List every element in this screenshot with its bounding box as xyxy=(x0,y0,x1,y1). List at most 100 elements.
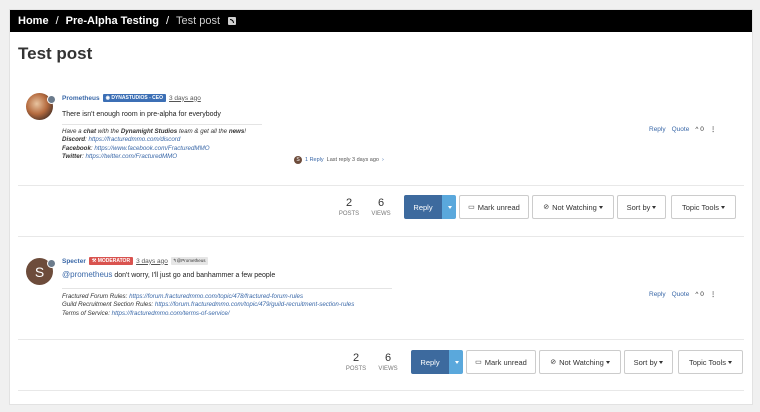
button-label: Mark unread xyxy=(477,202,520,212)
post-body-text: don't worry, I'll just go and banhammer … xyxy=(114,272,276,279)
reply-button[interactable]: Reply xyxy=(411,350,449,374)
upvote-icon[interactable]: ^ xyxy=(695,291,698,298)
last-reply: Last reply 3 days ago xyxy=(326,157,379,163)
breadcrumb: Home / Pre-Alpha Testing / Test post xyxy=(10,10,752,32)
views-label: VIEWS xyxy=(371,211,391,217)
post-timestamp[interactable]: 3 days ago xyxy=(169,95,201,102)
signature-text: chat xyxy=(83,128,97,135)
caret-down-icon xyxy=(659,360,664,364)
badge-label: DYNASTUDIOS - CEO xyxy=(111,95,164,101)
upvote-icon[interactable]: ^ xyxy=(695,126,698,133)
views-stat: 6 VIEWS xyxy=(373,352,403,372)
signature: Fractured Forum Rules: https://forum.fra… xyxy=(62,293,354,318)
posts-count: 2 xyxy=(345,197,353,209)
inbox-icon: ▭ xyxy=(468,204,475,211)
breadcrumb-category[interactable]: Pre-Alpha Testing xyxy=(66,15,159,27)
posts-label: POSTS xyxy=(338,211,360,217)
caret-down-icon xyxy=(455,360,459,364)
topic-tools-button[interactable]: Topic Tools xyxy=(671,195,736,219)
signature-line: Have a chat with the Dynamight Studios t… xyxy=(62,128,246,136)
user-mention[interactable]: @prometheus xyxy=(62,270,112,279)
discord-link[interactable]: https://fracturedmmo.com/discord xyxy=(89,136,181,143)
signature-divider xyxy=(62,288,392,289)
caret-down-icon xyxy=(605,360,610,364)
divider xyxy=(18,339,744,340)
username[interactable]: Specter xyxy=(62,258,86,265)
caret-down-icon xyxy=(727,360,732,364)
reply-link[interactable]: Reply xyxy=(649,291,666,298)
page-title: Test post xyxy=(18,44,93,63)
quote-link[interactable]: Quote xyxy=(672,126,690,133)
rss-icon[interactable] xyxy=(228,17,237,25)
quote-link[interactable]: Quote xyxy=(672,291,690,298)
caret-down-icon xyxy=(652,205,657,209)
facebook-link[interactable]: https://www.facebook.com/FracturedMMO xyxy=(94,145,209,152)
breadcrumb-separator: / xyxy=(165,15,169,27)
group-badge[interactable]: ⚒ MODERATOR xyxy=(88,257,134,265)
reply-dropdown-button[interactable] xyxy=(449,350,463,374)
reply-link[interactable]: Reply xyxy=(649,126,666,133)
reply-button[interactable]: Reply xyxy=(404,195,442,219)
replies-summary[interactable]: S 1 Reply Last reply 3 days ago › xyxy=(294,156,384,164)
mark-unread-button[interactable]: ▭ Mark unread xyxy=(459,195,529,219)
reply-to-user: @Prometheus xyxy=(176,258,206,263)
username[interactable]: Prometheus xyxy=(62,95,100,102)
guild-rules-link[interactable]: https://forum.fracturedmmo.com/topic/479… xyxy=(155,301,354,308)
forum-rules-link[interactable]: https://forum.fracturedmmo.com/topic/478… xyxy=(129,293,303,300)
post-header: Specter ⚒ MODERATOR 3 days ago ↰@Prometh… xyxy=(62,257,208,265)
button-label: Sort by xyxy=(626,202,651,212)
badge-label: MODERATOR xyxy=(97,258,131,264)
post-content: @prometheus don't worry, I'll just go an… xyxy=(62,270,275,279)
signature-label: Terms of Service xyxy=(62,309,109,317)
group-badge[interactable]: ◉ DYNASTUDIOS - CEO xyxy=(102,94,167,102)
sort-by-button[interactable]: Sort by xyxy=(624,350,673,374)
topic-tools-button[interactable]: Topic Tools xyxy=(678,350,743,374)
views-label: VIEWS xyxy=(378,366,398,372)
button-label: Not Watching xyxy=(552,202,597,212)
signature-text: Have a xyxy=(62,128,84,135)
signature-label: Fractured Forum Rules xyxy=(62,293,126,300)
signature-label: Twitter xyxy=(62,153,83,161)
more-options-icon[interactable]: ⋮ xyxy=(710,290,717,298)
vote-count: 0 xyxy=(700,290,704,298)
watch-button[interactable]: ⊘ Not Watching xyxy=(539,350,621,374)
breadcrumb-current: Test post xyxy=(176,15,221,27)
posts-count: 2 xyxy=(352,352,360,364)
watch-button[interactable]: ⊘ Not Watching xyxy=(532,195,614,219)
posts-label: POSTS xyxy=(345,366,367,372)
signature: Have a chat with the Dynamight Studios t… xyxy=(62,128,246,162)
twitter-link[interactable]: https://twitter.com/FracturedMMO xyxy=(86,153,178,160)
caret-down-icon xyxy=(598,205,603,209)
terms-link[interactable]: https://fracturedmmo.com/terms-of-servic… xyxy=(112,310,230,317)
more-options-icon[interactable]: ⋮ xyxy=(710,125,717,133)
button-label: Mark unread xyxy=(484,357,527,367)
button-label: Topic Tools xyxy=(682,202,719,212)
signature-divider xyxy=(62,124,262,125)
signature-label: Guild Recruitment Section Rules xyxy=(62,301,152,309)
button-label: Not Watching xyxy=(559,357,604,367)
divider xyxy=(18,390,744,391)
sort-by-button[interactable]: Sort by xyxy=(617,195,666,219)
signature-text: with the xyxy=(96,128,121,135)
caret-down-icon xyxy=(720,205,725,209)
signature-line: Guild Recruitment Section Rules: https:/… xyxy=(62,301,355,309)
reply-dropdown-button[interactable] xyxy=(442,195,456,219)
views-count: 6 xyxy=(384,352,392,364)
reply-to-badge[interactable]: ↰@Prometheus xyxy=(170,257,208,265)
vote-count: 0 xyxy=(700,125,704,133)
post-timestamp[interactable]: 3 days ago xyxy=(136,258,168,265)
button-label: Topic Tools xyxy=(689,357,726,367)
signature-text: ! xyxy=(244,128,247,135)
breadcrumb-home[interactable]: Home xyxy=(18,15,49,27)
button-label: Sort by xyxy=(633,357,658,367)
bell-slash-icon: ⊘ xyxy=(543,204,550,211)
post-actions: Reply Quote ^ 0 ⋮ xyxy=(649,125,717,134)
bell-slash-icon: ⊘ xyxy=(550,359,557,366)
signature-line: Facebook: https://www.facebook.com/Fract… xyxy=(62,144,210,152)
post-header: Prometheus ◉ DYNASTUDIOS - CEO 3 days ag… xyxy=(62,94,201,102)
reply-avatar: S xyxy=(294,156,302,164)
divider xyxy=(18,185,744,186)
status-icon xyxy=(47,259,56,268)
chevron-right-icon: › xyxy=(381,157,384,163)
mark-unread-button[interactable]: ▭ Mark unread xyxy=(466,350,536,374)
